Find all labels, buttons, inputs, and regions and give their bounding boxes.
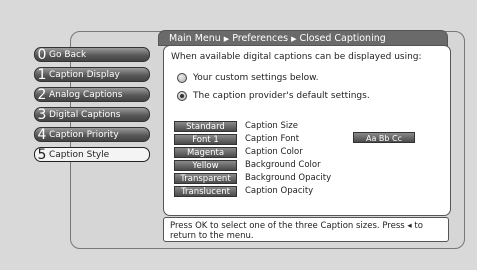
sidebar-item-number: 2 xyxy=(37,87,47,102)
sidebar-item-number: 3 xyxy=(37,107,47,122)
sidebar-item-analog-captions[interactable]: 2 Analog Captions xyxy=(34,87,150,102)
caption-color-button[interactable]: Magenta xyxy=(174,147,237,158)
caption-font-label: Caption Font xyxy=(245,134,300,144)
sidebar-item-label: Digital Captions xyxy=(49,110,121,120)
breadcrumb-item-preferences: Preferences xyxy=(232,33,289,44)
sidebar-item-label: Caption Display xyxy=(49,70,120,80)
sidebar-item-label: Caption Priority xyxy=(49,130,119,140)
sidebar-item-number: 0 xyxy=(37,47,47,62)
provider-default-label: The caption provider's default settings. xyxy=(193,91,370,101)
sidebar-item-label: Caption Style xyxy=(49,150,110,160)
caption-font-button[interactable]: Font 1 xyxy=(174,134,237,145)
sidebar-item-number: 1 xyxy=(37,67,47,82)
background-color-button[interactable]: Yellow xyxy=(174,160,237,171)
sidebar-item-go-back[interactable]: 0 Go Back xyxy=(34,47,150,62)
tv-settings-screen: Main Menu ▶ Preferences ▶ Closed Captioning … xyxy=(0,0,477,270)
provider-default-radio[interactable] xyxy=(177,91,187,101)
sidebar-item-number: 5 xyxy=(37,147,47,162)
caption-opacity-label: Caption Opacity xyxy=(245,186,314,196)
caption-style-panel: When available digital captions can be d… xyxy=(163,45,451,216)
sidebar-item-digital-captions[interactable]: 3 Digital Captions xyxy=(34,107,150,122)
caption-color-label: Caption Color xyxy=(245,147,303,157)
sidebar-item-caption-priority[interactable]: 4 Caption Priority xyxy=(34,127,150,142)
custom-settings-label: Your custom settings below. xyxy=(193,73,319,83)
caption-preview: Aa Bb Cc xyxy=(353,132,415,143)
breadcrumb-separator-icon: ▶ xyxy=(223,35,230,43)
sidebar-item-number: 4 xyxy=(37,127,47,142)
help-text: Press OK to select one of the three Capt… xyxy=(163,217,449,242)
background-opacity-label: Background Opacity xyxy=(245,173,332,183)
sidebar-item-caption-style[interactable]: 5 Caption Style xyxy=(34,147,150,162)
sidebar-item-label: Go Back xyxy=(49,50,87,60)
breadcrumb: Main Menu ▶ Preferences ▶ Closed Captioning xyxy=(158,30,448,46)
breadcrumb-item-main-menu: Main Menu xyxy=(169,33,221,44)
breadcrumb-item-closed-captioning: Closed Captioning xyxy=(299,33,386,44)
sidebar-item-caption-display[interactable]: 1 Caption Display xyxy=(34,67,150,82)
caption-opacity-button[interactable]: Translucent xyxy=(174,186,237,197)
caption-size-button[interactable]: Standard xyxy=(174,121,237,132)
background-opacity-button[interactable]: Transparent xyxy=(174,173,237,184)
caption-size-label: Caption Size xyxy=(245,121,298,131)
background-color-label: Background Color xyxy=(245,160,321,170)
sidebar-item-label: Analog Captions xyxy=(49,90,123,100)
breadcrumb-separator-icon: ▶ xyxy=(291,35,297,43)
panel-heading: When available digital captions can be d… xyxy=(171,52,422,62)
custom-settings-radio[interactable] xyxy=(177,73,187,83)
